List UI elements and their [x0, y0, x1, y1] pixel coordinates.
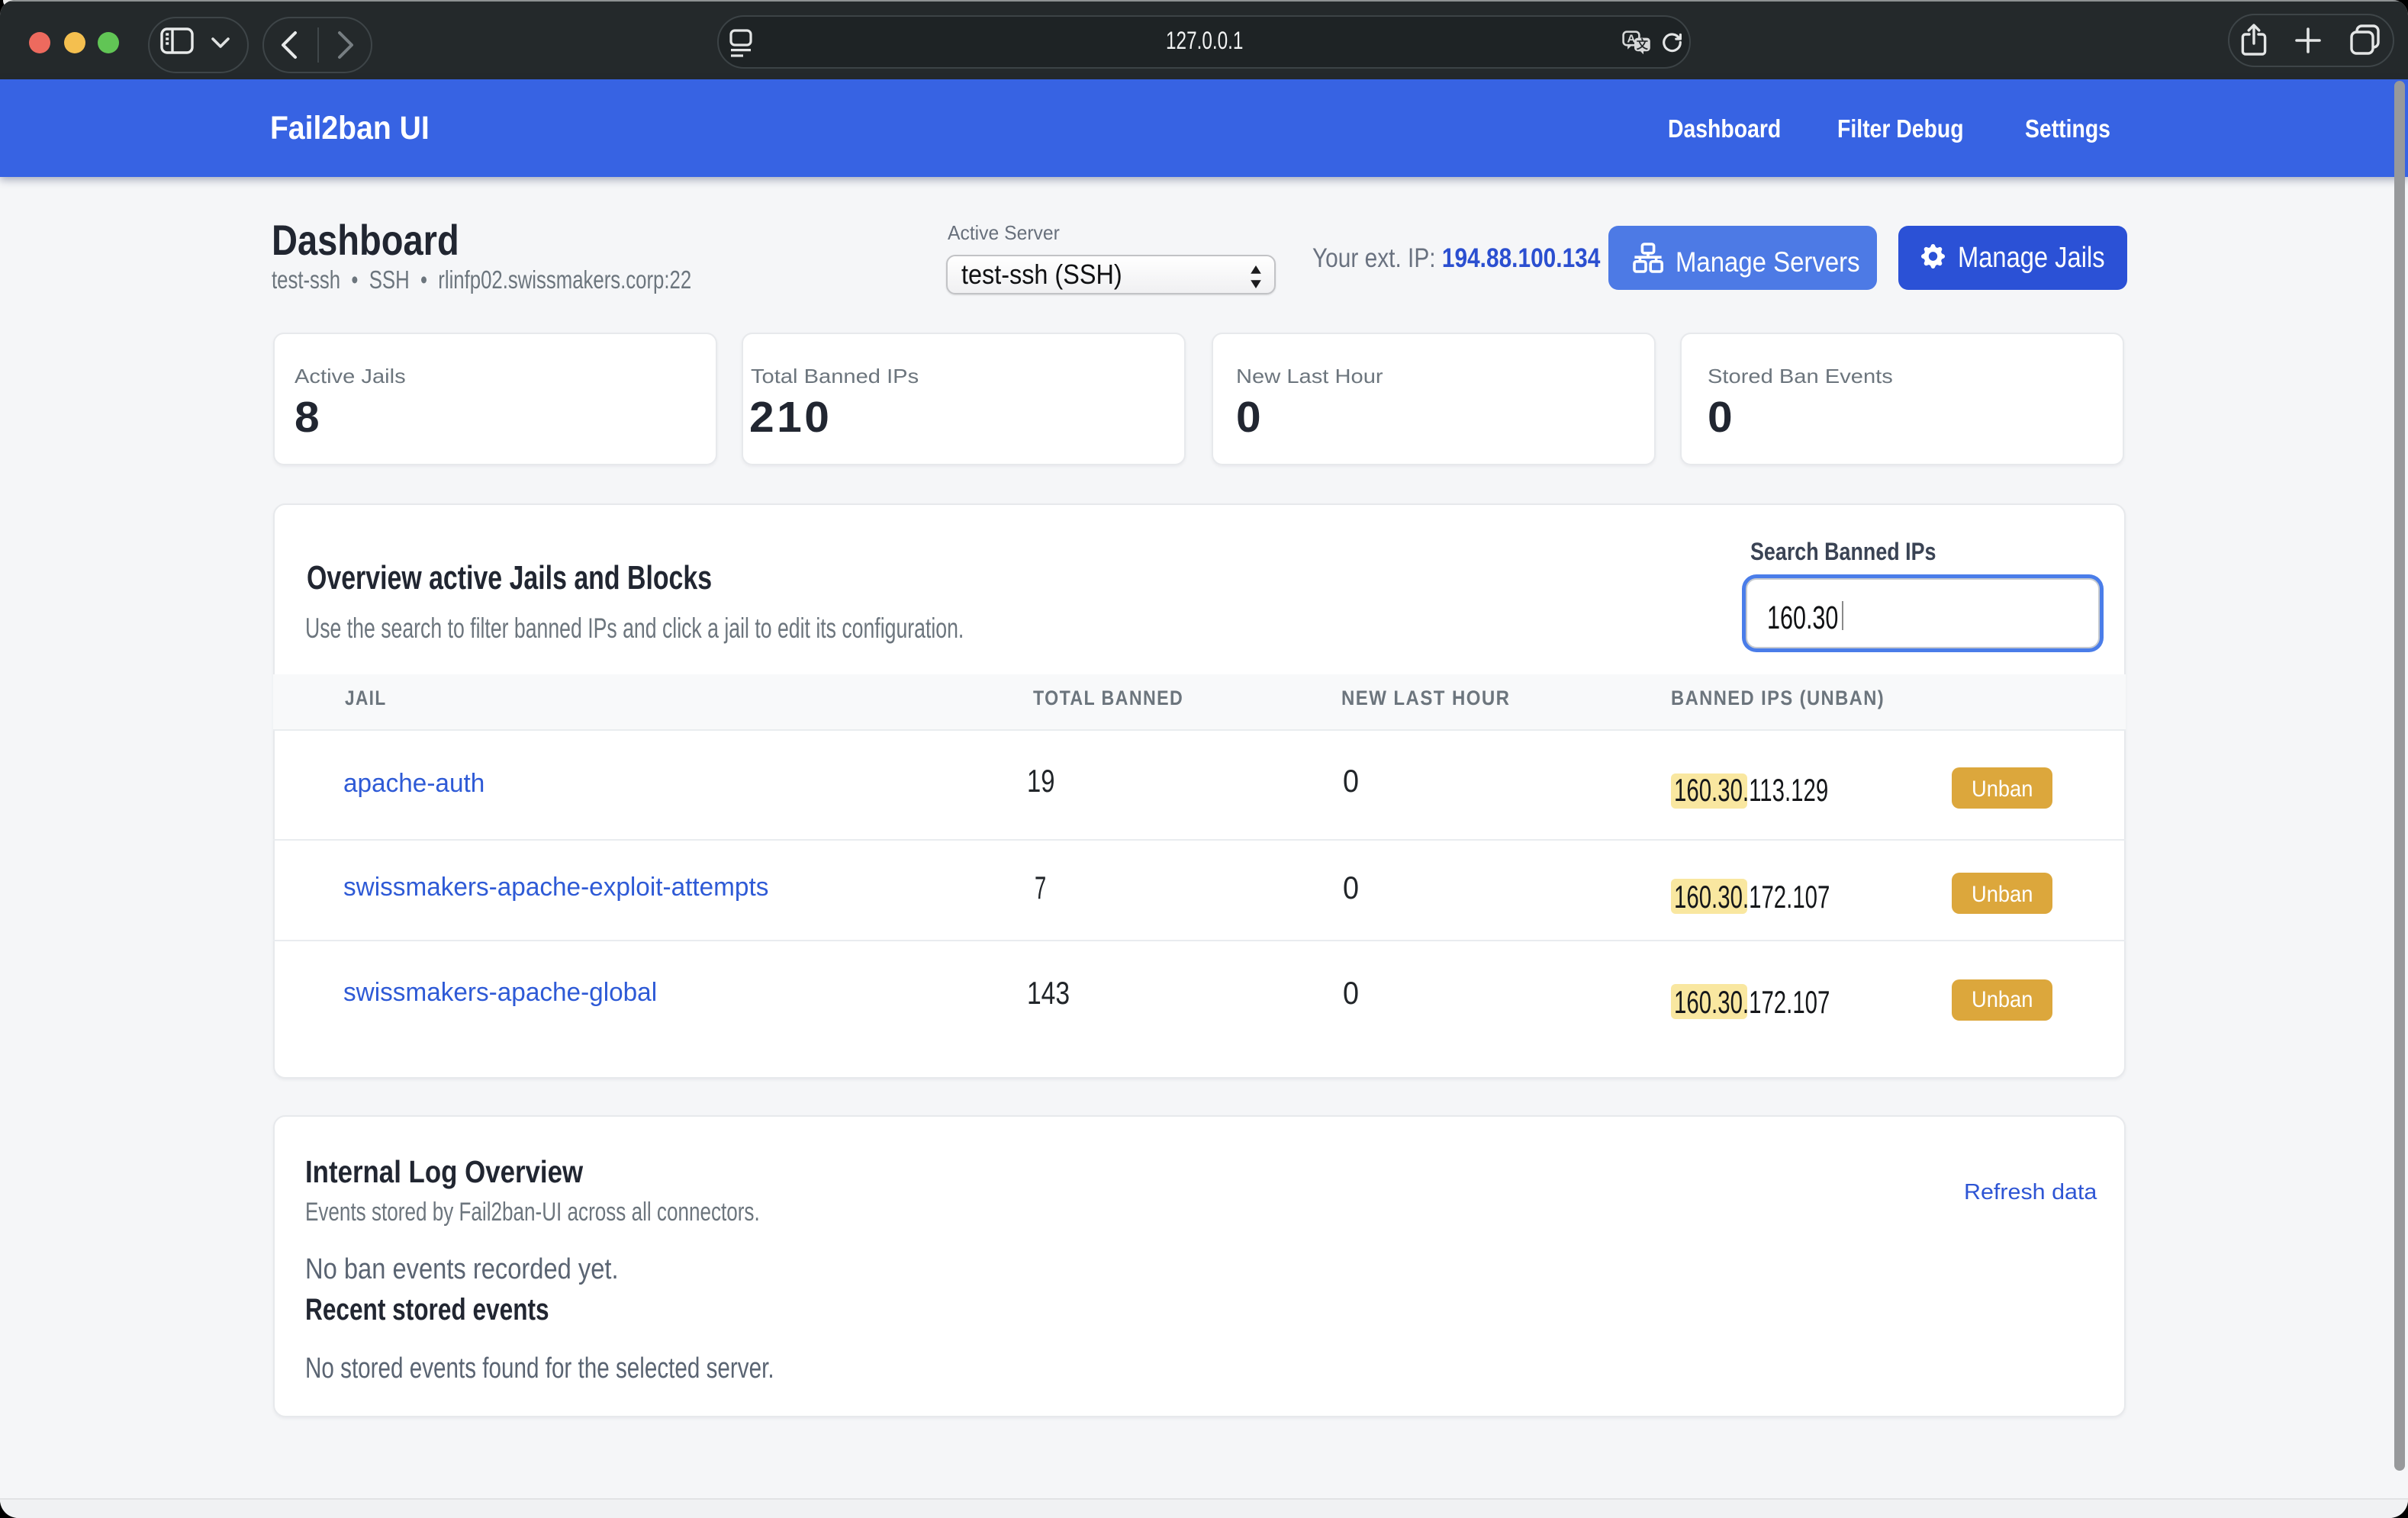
- svg-text:文: 文: [1637, 38, 1649, 52]
- svg-text:A: A: [1627, 33, 1636, 46]
